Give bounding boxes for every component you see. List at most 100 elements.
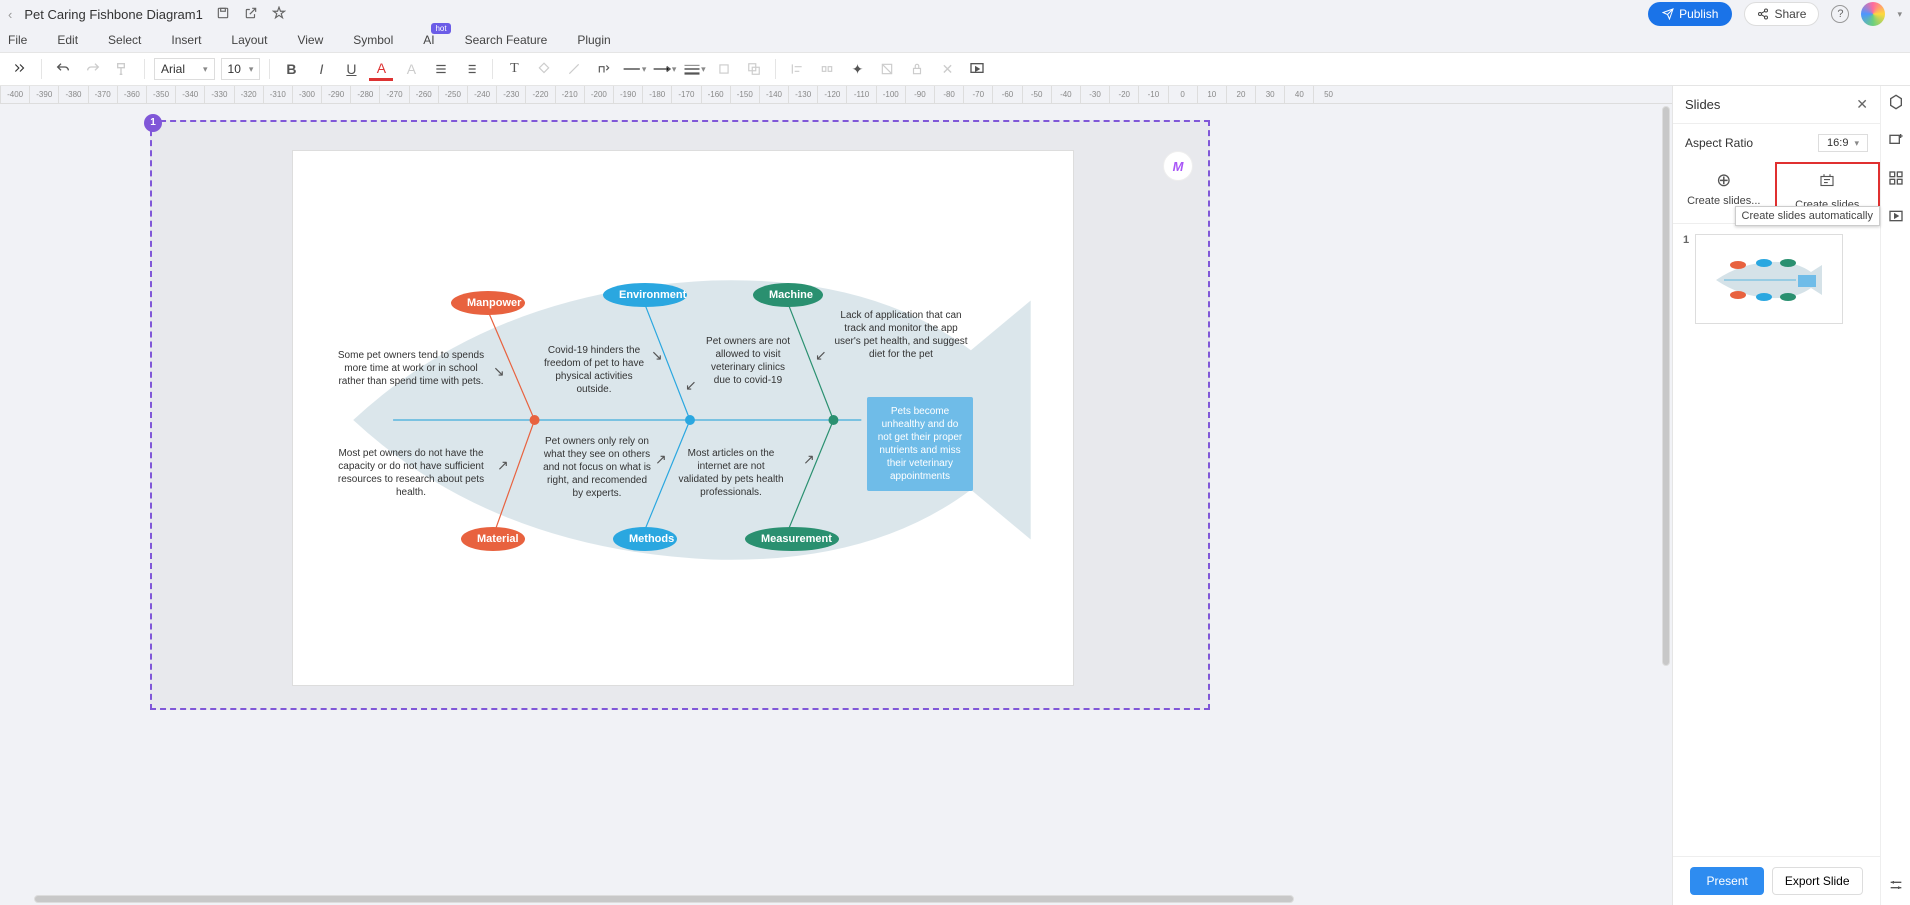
- slide-thumbnail[interactable]: [1695, 234, 1843, 324]
- menu-file[interactable]: File: [8, 33, 27, 47]
- add-slide-icon[interactable]: [1888, 132, 1904, 152]
- present-button[interactable]: Present: [1690, 867, 1763, 895]
- align-objects-button[interactable]: [785, 57, 809, 81]
- auto-slides-icon: [1781, 172, 1875, 195]
- ruler-tick: 30: [1255, 86, 1284, 103]
- canvas-page[interactable]: 1 M: [150, 120, 1210, 710]
- publish-button[interactable]: Publish: [1648, 2, 1732, 26]
- font-size-select[interactable]: 10 ▾: [221, 58, 261, 80]
- cause-environment[interactable]: Covid-19 hinders the freedom of pet to h…: [537, 344, 651, 396]
- arrow-style-button[interactable]: ▾: [652, 57, 676, 81]
- font-size-value: 10: [228, 62, 241, 76]
- undo-button[interactable]: [51, 57, 75, 81]
- italic-button[interactable]: I: [309, 57, 333, 81]
- settings-strip-icon[interactable]: [1888, 877, 1904, 897]
- ruler-tick: -200: [584, 86, 613, 103]
- text-tool-button[interactable]: T: [502, 57, 526, 81]
- slides-panel: Slides ✕ Aspect Ratio 16:9 ▾ ⊕ Create sl…: [1672, 86, 1880, 905]
- cause-methods[interactable]: Pet owners only rely on what they see on…: [543, 435, 651, 500]
- ruler-tick: -40: [1051, 86, 1080, 103]
- lock-button[interactable]: [905, 57, 929, 81]
- text-highlight-button[interactable]: A: [399, 57, 423, 81]
- slice-button[interactable]: [875, 57, 899, 81]
- open-external-icon[interactable]: [243, 6, 259, 23]
- font-color-button[interactable]: A: [369, 57, 393, 81]
- format-painter-icon[interactable]: [111, 57, 135, 81]
- shape-fill-button[interactable]: [532, 57, 556, 81]
- grid-icon[interactable]: [1888, 170, 1904, 190]
- ruler-tick: -140: [759, 86, 788, 103]
- list-button[interactable]: [459, 57, 483, 81]
- theme-icon[interactable]: [1888, 94, 1904, 114]
- menu-insert[interactable]: Insert: [171, 33, 201, 47]
- tools-button[interactable]: ✕: [935, 57, 959, 81]
- menu-edit[interactable]: Edit: [57, 33, 78, 47]
- avatar-caret-icon[interactable]: ▾: [1897, 9, 1902, 20]
- cause-material[interactable]: Most pet owners do not have the capacity…: [333, 447, 489, 499]
- category-manpower[interactable]: Manpower: [451, 291, 525, 315]
- effects-button[interactable]: ✦: [845, 57, 869, 81]
- menu-ai-label: AI: [423, 33, 434, 47]
- ruler-tick: 0: [1168, 86, 1197, 103]
- bold-button[interactable]: B: [279, 57, 303, 81]
- horizontal-scrollbar[interactable]: [34, 895, 1662, 905]
- category-material[interactable]: Material: [461, 527, 525, 551]
- menu-plugin[interactable]: Plugin: [577, 33, 610, 47]
- ruler-tick: -60: [992, 86, 1021, 103]
- category-environment[interactable]: Environment: [603, 283, 687, 307]
- ruler-tick: 40: [1284, 86, 1313, 103]
- arrow-icon: ↘: [493, 363, 505, 380]
- line-color-button[interactable]: [562, 57, 586, 81]
- category-measurement[interactable]: Measurement: [745, 527, 839, 551]
- canvas-area[interactable]: -400-390-380-370-360-350-340-330-320-310…: [0, 86, 1672, 905]
- save-icon[interactable]: [215, 6, 231, 23]
- underline-button[interactable]: U: [339, 57, 363, 81]
- category-methods[interactable]: Methods: [613, 527, 677, 551]
- slide-content[interactable]: M: [292, 150, 1074, 686]
- ruler-tick: -50: [1022, 86, 1051, 103]
- redo-button[interactable]: [81, 57, 105, 81]
- menu-search-feature[interactable]: Search Feature: [465, 33, 548, 47]
- distribute-button[interactable]: [815, 57, 839, 81]
- cause-manpower[interactable]: Some pet owners tend to spends more time…: [333, 349, 489, 388]
- ruler-tick: -340: [175, 86, 204, 103]
- app-logo-icon: M: [1163, 151, 1193, 181]
- back-icon[interactable]: ‹: [8, 7, 12, 22]
- vertical-scrollbar[interactable]: [1662, 106, 1670, 726]
- menu-select[interactable]: Select: [108, 33, 141, 47]
- share-button[interactable]: Share: [1744, 2, 1819, 26]
- cause-machine-1[interactable]: Pet owners are not allowed to visit vete…: [703, 335, 793, 387]
- tooltip: Create slides automatically: [1735, 206, 1880, 226]
- ruler-tick: -350: [146, 86, 175, 103]
- menu-ai[interactable]: AI hot: [423, 33, 434, 47]
- present-icon-button[interactable]: [965, 57, 989, 81]
- ruler-tick: -210: [555, 86, 584, 103]
- line-weight-button[interactable]: ▾: [682, 57, 706, 81]
- star-icon[interactable]: [271, 6, 287, 23]
- close-icon[interactable]: ✕: [1856, 96, 1868, 113]
- plus-circle-icon: ⊕: [1677, 170, 1771, 191]
- page-number-badge: 1: [144, 114, 162, 132]
- ruler-tick: -400: [0, 86, 29, 103]
- crop-button[interactable]: [712, 57, 736, 81]
- cause-machine-2[interactable]: Lack of application that can track and m…: [833, 309, 969, 361]
- cause-measurement[interactable]: Most articles on the internet are not va…: [677, 447, 785, 499]
- category-machine[interactable]: Machine: [753, 283, 823, 307]
- align-button[interactable]: [429, 57, 453, 81]
- menu-layout[interactable]: Layout: [231, 33, 267, 47]
- layers-button[interactable]: [742, 57, 766, 81]
- export-slide-button[interactable]: Export Slide: [1772, 867, 1863, 895]
- aspect-ratio-select[interactable]: 16:9 ▾: [1818, 134, 1868, 152]
- avatar[interactable]: [1861, 2, 1885, 26]
- menu-view[interactable]: View: [297, 33, 323, 47]
- help-icon[interactable]: ?: [1831, 5, 1849, 23]
- create-slides-auto-button[interactable]: Create slides Create slides automaticall…: [1775, 162, 1881, 223]
- menu-symbol[interactable]: Symbol: [353, 33, 393, 47]
- font-family-select[interactable]: Arial ▾: [154, 58, 215, 80]
- connector-button[interactable]: [592, 57, 616, 81]
- effect-box[interactable]: Pets become unhealthy and do not get the…: [867, 397, 973, 491]
- play-icon[interactable]: [1888, 208, 1904, 228]
- line-style-button[interactable]: ▾: [622, 57, 646, 81]
- ruler-tick: -20: [1109, 86, 1138, 103]
- expand-sidebar-icon[interactable]: [8, 57, 32, 82]
